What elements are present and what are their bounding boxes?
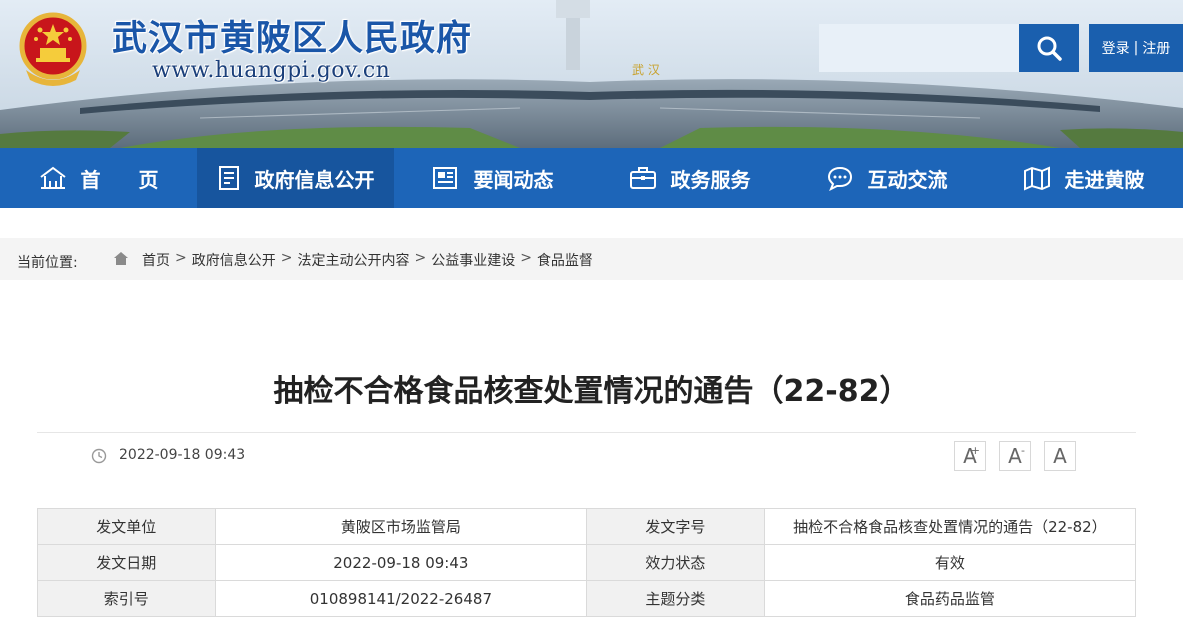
table-row: 发文日期 2022-09-18 09:43 效力状态 有效 [37, 544, 1137, 581]
table-key: 效力状态 [586, 544, 765, 581]
table-key: 主题分类 [586, 580, 765, 617]
breadcrumb-public-welfare[interactable]: 公益事业建设 [431, 250, 515, 270]
breadcrumb-gov-info[interactable]: 政府信息公开 [192, 250, 276, 270]
nav-label: 互动交流 [867, 167, 948, 192]
breadcrumb-prefix: 当前位置: [17, 255, 78, 271]
nav-item-interaction[interactable]: 互动交流 [788, 148, 985, 208]
breadcrumb-statutory[interactable]: 法定主动公开内容 [297, 250, 409, 270]
table-key: 发文单位 [37, 508, 216, 545]
table-value: 010898141/2022-26487 [214, 580, 588, 617]
font-increase-button[interactable]: A + [954, 441, 986, 471]
article-meta: 2022-09-18 09:43 A + A - A [37, 432, 1136, 476]
nav-label: 要闻动态 [473, 167, 554, 192]
nav-label: 政务服务 [670, 167, 751, 192]
chat-icon [827, 166, 852, 191]
font-size-controls: A + A - A [954, 441, 1076, 471]
nav-item-gov-info[interactable]: 政府信息公开 [197, 148, 394, 208]
font-reset-button[interactable]: A [1044, 441, 1076, 471]
national-emblem-icon [19, 12, 87, 86]
site-banner: 武 汉 武汉市黄陂区人民政府 www.huangpi.gov.cn 登录 | 注… [0, 0, 1183, 148]
nav-item-news[interactable]: 要闻动态 [394, 148, 591, 208]
table-value: 有效 [763, 544, 1137, 581]
font-button-mark: - [1021, 444, 1025, 457]
breadcrumb: 当前位置: 首页 > 政府信息公开 > 法定主动公开内容 > 公益事业建设 > … [0, 238, 1183, 280]
table-value: 2022-09-18 09:43 [214, 544, 588, 581]
map-icon [1023, 166, 1050, 191]
search-button[interactable] [1019, 24, 1079, 72]
table-value: 黄陂区市场监管局 [214, 508, 588, 545]
banner-sign-text: 武 汉 [632, 63, 660, 77]
breadcrumb-separator: > [280, 250, 293, 266]
login-link[interactable]: 登录 [1102, 38, 1130, 58]
clock-icon [91, 448, 107, 464]
nav-item-services[interactable]: 政务服务 [591, 148, 788, 208]
main-nav: 首页 政府信息公开 要闻动态 政务服务 互动交流 走进黄陂 [0, 148, 1183, 208]
site-url: www.huangpi.gov.cn [152, 58, 391, 83]
document-icon [218, 166, 239, 190]
briefcase-icon [629, 167, 656, 189]
table-key: 发文字号 [586, 508, 765, 545]
breadcrumb-links: 首页 > 政府信息公开 > 法定主动公开内容 > 公益事业建设 > 食品监督 [142, 250, 593, 270]
table-value: 食品药品监管 [763, 580, 1137, 617]
home-small-icon [114, 252, 128, 265]
breadcrumb-separator: > [520, 250, 532, 266]
font-button-label: A [1053, 444, 1067, 468]
search-input[interactable] [819, 24, 1019, 72]
nav-label: 走进黄陂 [1064, 167, 1145, 192]
search-icon [1037, 36, 1062, 61]
font-decrease-button[interactable]: A - [999, 441, 1031, 471]
nav-label: 首页 [80, 167, 197, 192]
font-button-mark: + [970, 444, 980, 457]
publish-date: 2022-09-18 09:43 [119, 447, 246, 463]
document-info-table: 发文单位 黄陂区市场监管局 发文字号 抽检不合格食品核查处置情况的通告（22-8… [37, 508, 1137, 617]
breadcrumb-separator: > [175, 250, 187, 266]
article-title: 抽检不合格食品核查处置情况的通告（22-82） [273, 374, 910, 409]
news-icon [432, 167, 457, 189]
nav-item-home[interactable]: 首页 [0, 148, 197, 208]
breadcrumb-home[interactable]: 首页 [142, 250, 170, 270]
table-key: 发文日期 [37, 544, 216, 581]
table-value: 抽检不合格食品核查处置情况的通告（22-82） [763, 508, 1137, 545]
table-row: 发文单位 黄陂区市场监管局 发文字号 抽检不合格食品核查处置情况的通告（22-8… [37, 508, 1137, 545]
auth-separator: | [1133, 40, 1139, 56]
nav-label: 政府信息公开 [254, 167, 375, 192]
font-button-label: A [1008, 444, 1022, 468]
breadcrumb-separator: > [414, 250, 427, 266]
register-link[interactable]: 注册 [1142, 38, 1170, 58]
nav-item-about[interactable]: 走进黄陂 [985, 148, 1182, 208]
table-row: 索引号 010898141/2022-26487 主题分类 食品药品监管 [37, 580, 1137, 617]
home-icon [39, 166, 66, 189]
table-key: 索引号 [37, 580, 216, 617]
auth-links: 登录 | 注册 [1089, 24, 1183, 72]
site-title: 武汉市黄陂区人民政府 [112, 18, 473, 59]
breadcrumb-food-supervision[interactable]: 食品监督 [537, 250, 593, 270]
